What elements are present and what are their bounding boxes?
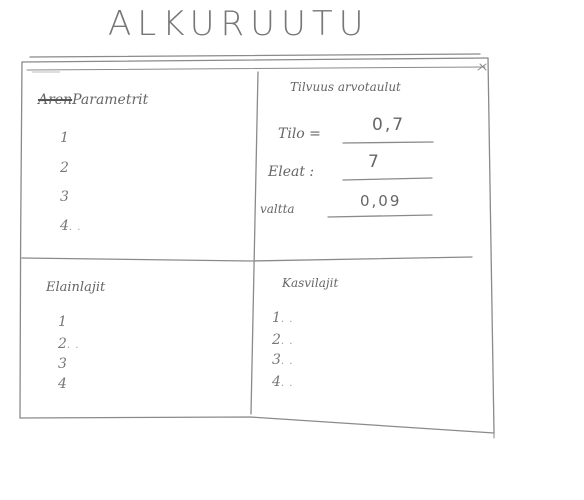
parameter-item-1[interactable]: 1 (60, 130, 69, 146)
parameter-item-2[interactable]: 2 (60, 160, 69, 176)
tilo-label: Tilo = (278, 126, 321, 142)
eleat-label: Eleat : (268, 164, 315, 180)
valtta-underline (327, 214, 433, 218)
window-bottom-edge (19, 416, 495, 434)
window-right-edge (487, 57, 495, 434)
plant-item-4[interactable]: 4. . (272, 374, 293, 390)
parameter-item-3[interactable]: 3 (60, 189, 69, 205)
plants-panel-title: Kasvilajit (282, 276, 339, 290)
window-left-edge (19, 61, 23, 419)
tilo-underline (342, 141, 434, 144)
struck-word: Aren (38, 92, 73, 108)
plant-item-1[interactable]: 1. . (272, 310, 293, 326)
values-panel-title: Tilvuus arvotaulut (290, 80, 401, 94)
sketch-frame (19, 53, 495, 439)
parameter-item-4[interactable]: 4. . (60, 218, 81, 234)
page-title: ALKURUUTU (108, 4, 370, 44)
animals-panel-title: Elainlajit (46, 280, 106, 295)
horizontal-divider (21, 256, 473, 262)
valtta-label: valtta (260, 202, 295, 216)
animal-item-1[interactable]: 1 (58, 314, 67, 330)
eleat-underline (342, 177, 433, 181)
plant-item-2[interactable]: 2. . (272, 332, 293, 348)
title-bar-line (26, 66, 486, 71)
valtta-value[interactable]: 0,09 (360, 192, 401, 210)
tilo-value[interactable]: 0,7 (372, 115, 405, 135)
animal-item-2[interactable]: 2. . (58, 336, 79, 352)
parameters-panel-title: ArenParametrit (38, 92, 148, 108)
parameters-title-text: Parametrit (72, 92, 149, 108)
eleat-value[interactable]: 7 (368, 152, 381, 172)
vertical-divider (250, 71, 259, 415)
plant-item-3[interactable]: 3. . (272, 352, 293, 368)
animal-item-4[interactable]: 4 (58, 376, 67, 392)
animal-item-3[interactable]: 3 (58, 356, 67, 372)
window-top-edge (21, 53, 489, 63)
